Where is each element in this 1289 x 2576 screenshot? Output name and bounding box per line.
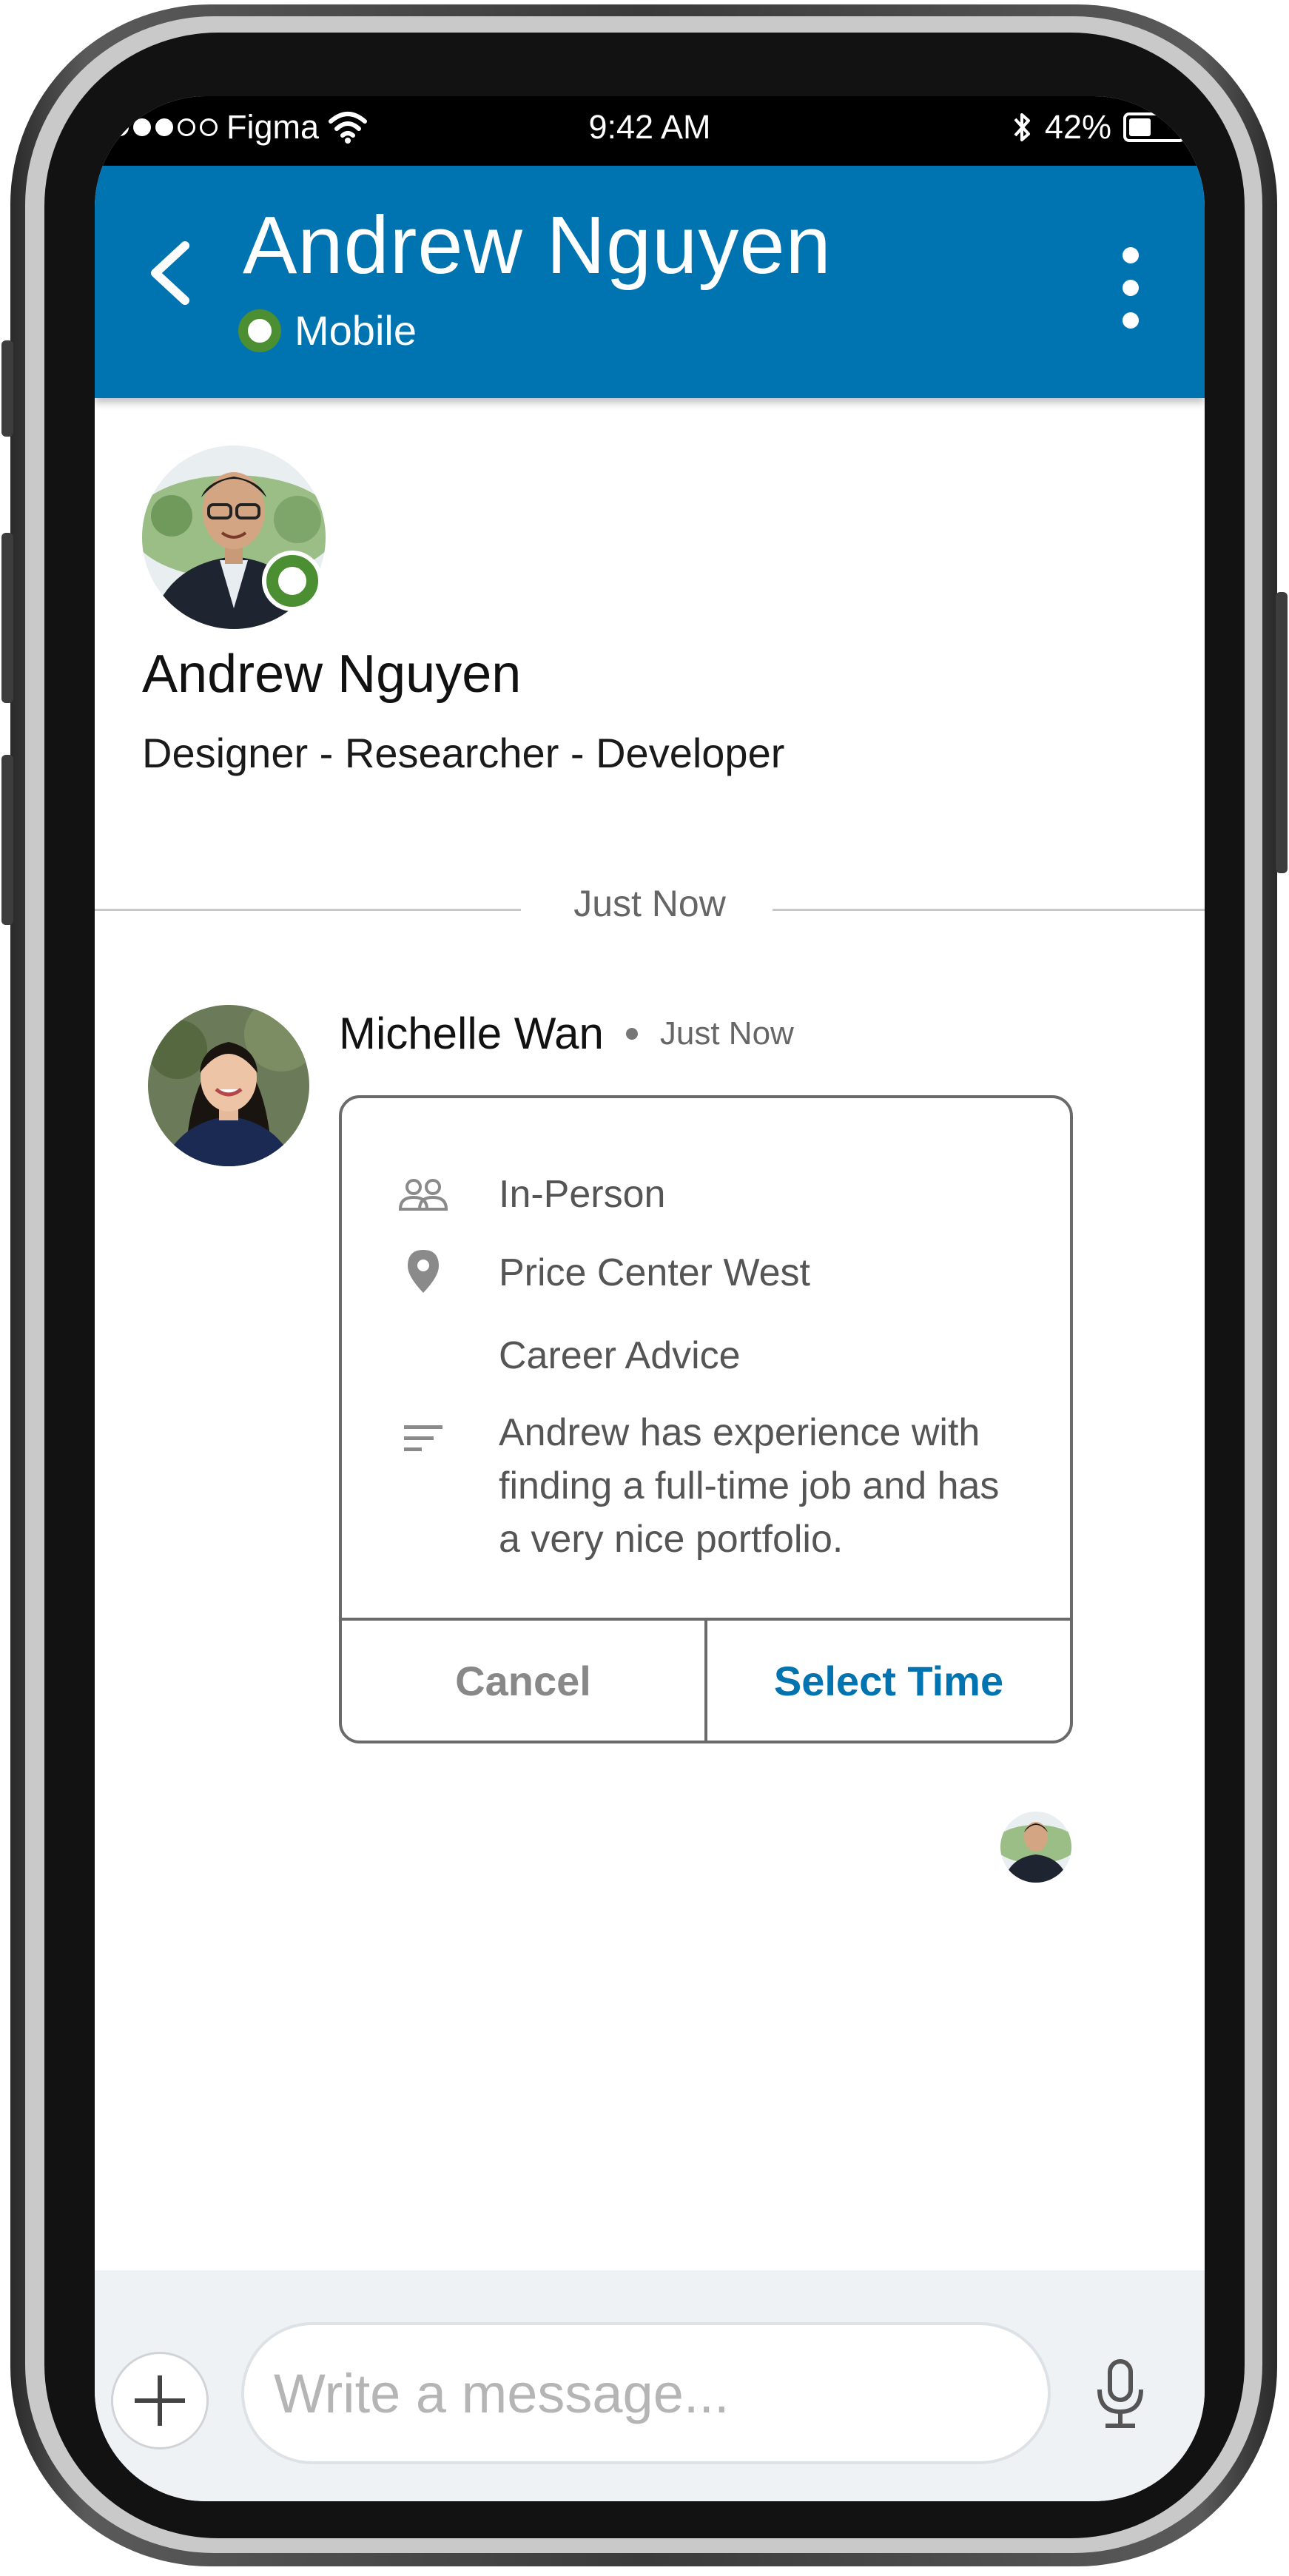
meeting-note: Andrew has experience with finding a ful… <box>499 1411 1000 1561</box>
profile-online-badge <box>266 555 318 607</box>
volume-down-button <box>1 755 13 925</box>
battery-icon <box>1123 112 1191 142</box>
chevron-left-icon <box>151 241 189 305</box>
message-timestamp: Just Now <box>659 1015 794 1052</box>
mute-switch <box>1 340 13 437</box>
bluetooth-icon <box>1014 113 1030 141</box>
voice-message-button[interactable] <box>1083 2347 1157 2444</box>
add-attachment-button[interactable] <box>111 2352 209 2449</box>
meeting-request-card: In-Person Price Center West Career Advic… <box>339 1095 1073 1743</box>
presence-label: Mobile <box>295 307 417 354</box>
location-pin-icon <box>394 1249 453 1294</box>
header-title: Andrew Nguyen <box>243 200 832 291</box>
meeting-topic: Career Advice <box>499 1334 741 1377</box>
message-meta: Michelle Wan Just Now <box>339 1008 794 1059</box>
select-time-button[interactable]: Select Time <box>707 1621 1070 1741</box>
meeting-type: In-Person <box>499 1173 666 1216</box>
profile-name[interactable]: Andrew Nguyen <box>142 644 521 704</box>
divider-line-right <box>773 909 1205 911</box>
card-actions: Cancel Select Time <box>342 1618 1070 1741</box>
read-receipt-avatar <box>1000 1812 1071 1883</box>
online-indicator-icon <box>238 309 281 352</box>
avatar-photo <box>148 1005 309 1166</box>
phone-screen: Figma 9:42 AM 42% Andrew Nguyen Mobile A… <box>95 96 1205 2501</box>
profile-headline: Designer - Researcher - Developer <box>142 730 785 776</box>
power-button <box>1276 592 1288 873</box>
conversation-header: Andrew Nguyen Mobile <box>95 166 1205 398</box>
message-composer <box>95 2270 1205 2501</box>
status-bar: Figma 9:42 AM 42% <box>95 96 1205 166</box>
status-right: 42% <box>1012 108 1191 147</box>
people-icon <box>394 1172 453 1217</box>
cancel-button[interactable]: Cancel <box>342 1621 707 1741</box>
plus-icon <box>135 2375 185 2426</box>
more-options-button[interactable] <box>1116 247 1145 329</box>
microphone-icon <box>1097 2359 1143 2428</box>
back-button[interactable] <box>141 232 200 314</box>
meeting-location: Price Center West <box>499 1251 810 1294</box>
sender-name[interactable]: Michelle Wan <box>339 1008 604 1059</box>
more-vertical-icon <box>1123 247 1139 263</box>
message-input[interactable] <box>241 2322 1051 2464</box>
battery-percent: 42% <box>1044 108 1111 146</box>
sender-avatar[interactable] <box>148 1005 309 1166</box>
presence-status: Mobile <box>238 306 417 354</box>
notes-icon <box>394 1416 453 1461</box>
timestamp-divider: Just Now <box>573 883 726 924</box>
bullet-separator <box>625 1027 638 1040</box>
volume-up-button <box>1 533 13 703</box>
